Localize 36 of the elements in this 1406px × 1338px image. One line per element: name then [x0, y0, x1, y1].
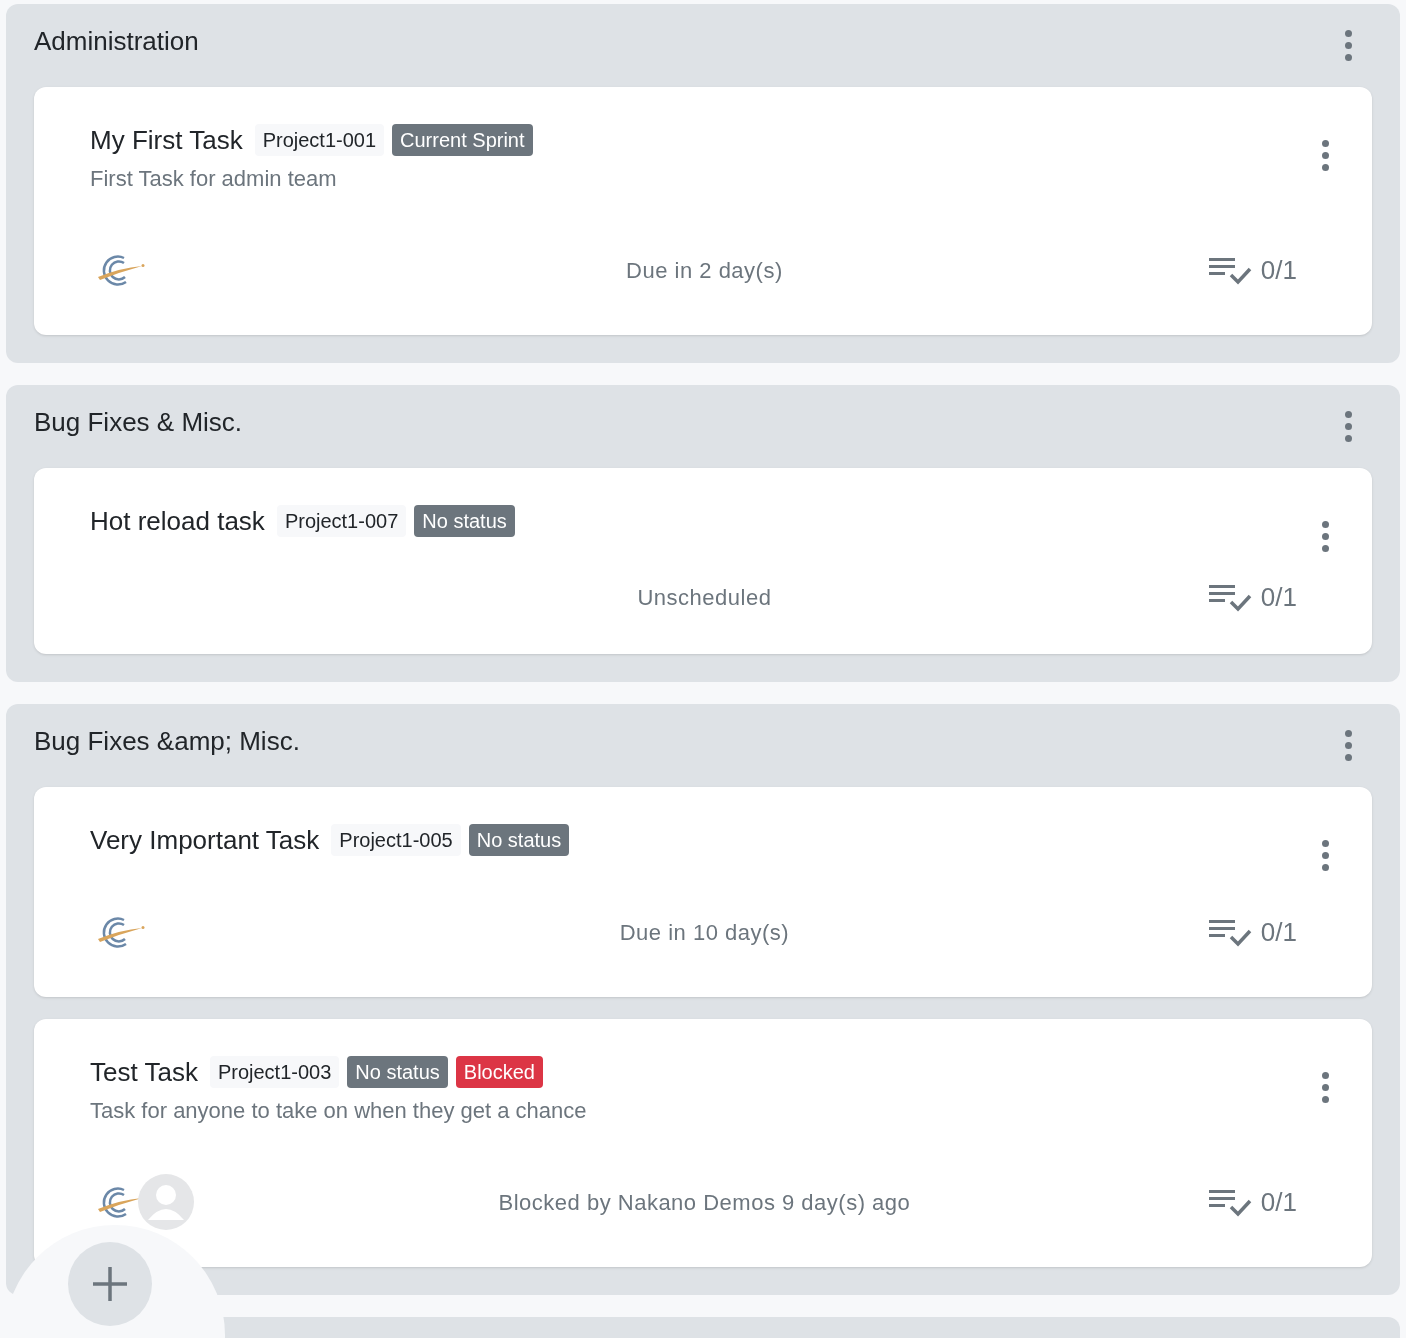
task-card[interactable]: Very Important Task Project1-005 No status Due in 10 day(s) 0/1 — [34, 787, 1372, 997]
status-tag: No status — [414, 505, 515, 537]
task-key: Project1-007 — [276, 505, 407, 537]
checklist-icon — [1208, 1187, 1253, 1217]
task-title: Hot reload task — [90, 504, 265, 538]
task-card[interactable]: Hot reload task Project1-007 No status Unscheduled 0/1 — [34, 468, 1372, 654]
due-status: Due in 2 day(s) — [625, 256, 784, 285]
group-title: Bug Fixes & Misc. — [34, 406, 243, 439]
task-card[interactable]: My First Task Project1-001 Current Sprint First Task for admin team Due in 2 day(s) 0/1 — [34, 87, 1372, 335]
user-avatar-icon — [138, 1174, 194, 1230]
status-tag: No status — [347, 1056, 448, 1088]
task-title: Very Important Task — [90, 823, 320, 857]
group-title: Bug Fixes &amp; Misc. — [34, 725, 300, 758]
plus-icon — [93, 1267, 127, 1301]
task-key: Project1-001 — [254, 124, 385, 156]
checklist-count: 0/1 — [1260, 1185, 1297, 1219]
checklist-icon — [1208, 582, 1253, 612]
task-description: First Task for admin team — [90, 165, 338, 193]
task-description: Task for anyone to take on when they get a chance — [90, 1097, 588, 1125]
task-key: Project1-005 — [331, 824, 461, 856]
checklist-count: 0/1 — [1260, 915, 1297, 949]
due-status: Unscheduled — [636, 583, 773, 612]
checklist-count: 0/1 — [1260, 580, 1297, 614]
group-title: Administration — [34, 25, 199, 58]
due-status: Blocked by Nakano Demos 9 day(s) ago — [497, 1188, 912, 1217]
status-tag: No status — [468, 824, 570, 856]
status-tag: Blocked — [455, 1056, 543, 1088]
task-key: Project1-003 — [209, 1056, 340, 1088]
task-title: My First Task — [90, 123, 243, 157]
checklist-icon — [1208, 917, 1253, 947]
due-status: Due in 10 day(s) — [618, 918, 791, 947]
task-card[interactable]: Test Task Project1-003 No status Blocked Task for anyone to take on when they get a chance Blocked by Nakano Demos 9 day(s) ago 0/1 — [34, 1019, 1372, 1267]
status-tag: Current Sprint — [392, 124, 533, 156]
checklist-count: 0/1 — [1260, 253, 1297, 287]
task-title: Test Task — [90, 1055, 198, 1089]
checklist-icon — [1208, 255, 1253, 285]
